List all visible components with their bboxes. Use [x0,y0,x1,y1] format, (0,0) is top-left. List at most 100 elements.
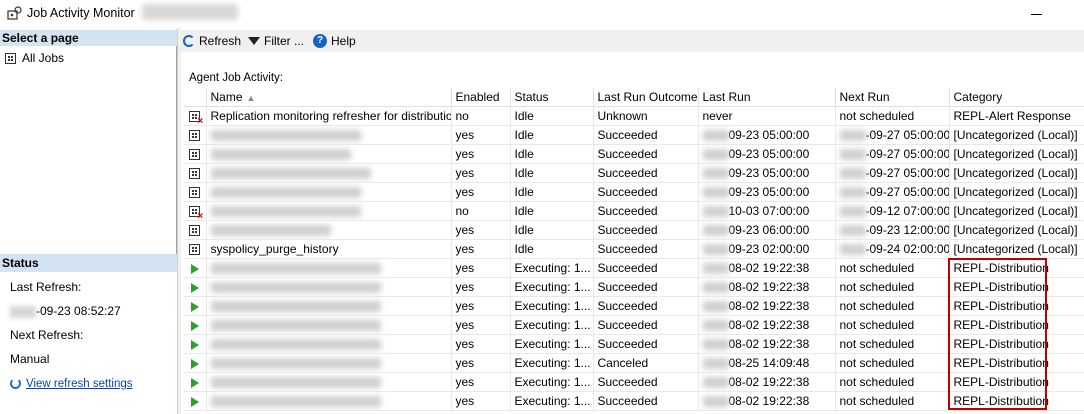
job-disabled-icon [189,206,203,220]
refresh-icon [183,35,195,47]
column-header-enabled[interactable]: Enabled [451,88,511,107]
category-cell: REPL-Alert Response [949,106,1084,126]
refresh-button[interactable]: Refresh [183,33,241,49]
category-cell: REPL-Distribution [949,334,1084,354]
job-name-cell [206,201,452,221]
table-row[interactable]: Replication monitoring refresher for dis… [184,106,1084,126]
redacted-year [702,149,729,161]
table-row[interactable]: yes Executing: 1... Succeeded 08-02 19:22:3… [184,315,1084,335]
pane-splitter[interactable] [177,28,181,414]
status-cell: Idle [510,182,594,202]
next-run-value: not scheduled [839,109,915,123]
last-run-value: 10-03 07:00:00 [728,204,810,218]
enabled-cell: yes [451,334,511,354]
last-run-cell: 09-23 02:00:00 [698,239,836,259]
minimize-button[interactable] [1022,4,1052,24]
filter-icon [248,37,260,45]
table-row[interactable]: yes Idle Succeeded 09-23 06:00:00 -09-23 12:… [184,220,1084,240]
help-icon: ? [313,34,327,48]
table-row[interactable]: yes Idle Succeeded 09-23 05:00:00 -09-27 05:… [184,125,1084,145]
page-item-all-jobs[interactable]: All Jobs [5,50,64,66]
last-run-cell: 08-02 19:22:38 [698,372,836,392]
redacted-year [839,130,866,142]
last-run-cell: 08-25 14:09:48 [698,353,836,373]
job-icon [189,149,201,161]
last-run-value: 08-02 19:22:38 [728,375,810,389]
next-run-cell: -09-27 05:00:00 [835,182,950,202]
next-refresh-label: Next Refresh: [10,328,84,342]
table-row[interactable]: yes Executing: 1... Succeeded 08-02 19:22:3… [184,372,1084,392]
table-row[interactable]: yes Idle Succeeded 09-23 05:00:00 -09-27 05:… [184,163,1084,183]
last-run-outcome-cell: Succeeded [593,258,699,278]
row-status-icon-cell [184,144,207,164]
last-refresh-value: -09-23 08:52:27 [36,304,121,318]
redacted-job-name [210,149,351,161]
select-page-header: Select a page [0,30,178,46]
job-name-cell [206,296,452,316]
view-refresh-settings-row[interactable]: View refresh settings [10,376,133,390]
next-run-cell: not scheduled [835,372,950,392]
last-run-value: 09-23 02:00:00 [728,242,810,256]
category-cell: [Uncategorized (Local)] [949,163,1084,183]
table-row[interactable]: yes Executing: 1... Succeeded 08-02 19:22:3… [184,277,1084,297]
redacted-year [839,206,866,218]
help-button[interactable]: ? Help [313,33,356,49]
category-cell: REPL-Distribution [949,296,1084,316]
last-run-value: 09-23 05:00:00 [728,147,810,161]
column-header-name[interactable]: Name ▲ [206,88,452,107]
last-run-outcome-cell: Succeeded [593,315,699,335]
enabled-cell: yes [451,163,511,183]
next-run-value: not scheduled [839,375,915,389]
job-icon [189,187,201,199]
running-play-icon [190,339,199,350]
last-run-cell: 10-03 07:00:00 [698,201,836,221]
next-run-cell: -09-24 02:00:00 [835,239,950,259]
column-header-next-run[interactable]: Next Run [835,88,950,107]
table-row[interactable]: noIdleSucceeded 10-03 07:00:00 -09-12 07:0… [184,201,1084,221]
category-cell: [Uncategorized (Local)] [949,201,1084,221]
column-header-status[interactable]: Status [510,88,594,107]
table-row[interactable]: yes Idle Succeeded 09-23 05:00:00 -09-27 05:… [184,144,1084,164]
table-row[interactable]: syspolicy_purge_history yes Idle Succeeded 0… [184,239,1084,259]
table-row[interactable]: yes Executing: 1... Succeeded 08-02 19:22:3… [184,296,1084,316]
status-cell: Idle [510,239,594,259]
redacted-job-name [210,377,381,389]
redacted-job-name [210,282,381,294]
job-name-cell [206,125,452,145]
row-status-icon-cell [184,391,207,411]
next-run-value: not scheduled [839,394,915,408]
running-play-icon [190,358,199,369]
next-run-value: not scheduled [839,356,915,370]
app-icon [7,6,22,20]
filter-button[interactable]: Filter ... [248,33,304,49]
next-run-value: -09-23 12:00:00 [865,223,949,237]
redacted-year [10,305,36,318]
table-row[interactable]: yes Idle Succeeded 09-23 05:00:00 -09-27 05:… [184,182,1084,202]
redacted-year [702,358,729,370]
column-header-last-run-outcome[interactable]: Last Run Outcome [593,88,699,107]
job-name-cell: syspolicy_purge_history [206,239,452,259]
table-row[interactable]: yes Executing: 1... Succeeded 08-02 19:22:3… [184,258,1084,278]
last-run-value: 08-02 19:22:38 [728,299,810,313]
view-refresh-settings-link[interactable]: View refresh settings [26,378,133,390]
status-cell: Idle [510,201,594,221]
job-name-cell: Replication monitoring refresher for dis… [206,106,452,126]
next-run-cell: -09-12 07:00:00 [835,201,950,221]
last-refresh-label: Last Refresh: [10,280,82,294]
table-row[interactable]: yes Executing: 1... Succeeded 08-02 19:22:3… [184,334,1084,354]
enabled-cell: yes [451,353,511,373]
status-cell: Idle [510,163,594,183]
enabled-cell: yes [451,391,511,411]
column-header-category[interactable]: Category [949,88,1084,107]
refresh-label: Refresh [199,34,242,48]
column-header-last-run[interactable]: Last Run [698,88,836,107]
table-row[interactable]: yes Executing: 1... Canceled 08-25 14:09:48… [184,353,1084,373]
next-run-cell: -09-27 05:00:00 [835,163,950,183]
redacted-year [702,377,729,389]
enabled-cell: yes [451,372,511,392]
redacted-job-name [210,168,371,180]
next-run-value: -09-12 07:00:00 [865,204,949,218]
last-run-cell: 08-02 19:22:38 [698,296,836,316]
enabled-cell: yes [451,315,511,335]
table-row[interactable]: yes Executing: 1... Succeeded 08-02 19:22:3… [184,391,1084,411]
